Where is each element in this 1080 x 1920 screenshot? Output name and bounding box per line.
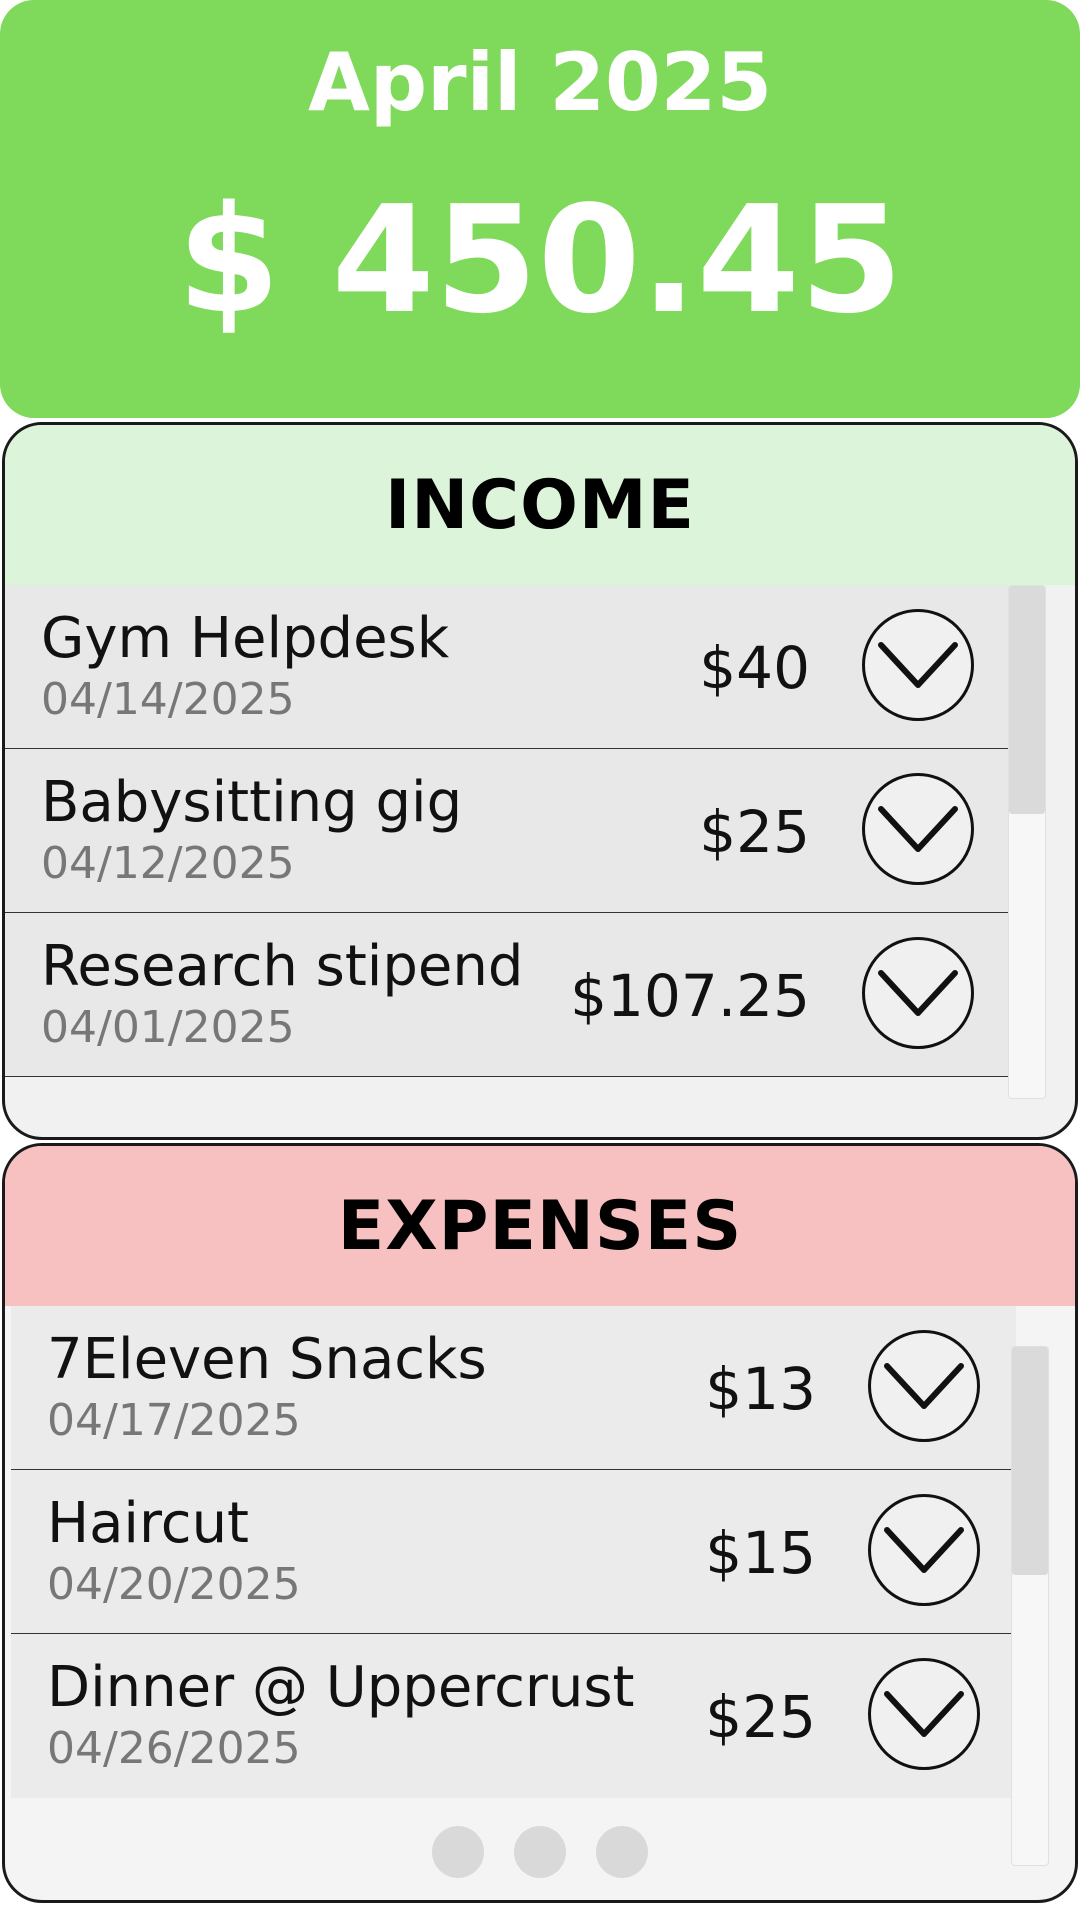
expense-date: 04/26/2025 [47, 1723, 301, 1774]
more-indicator [5, 1826, 1075, 1880]
month-total: $ 450.45 [177, 174, 903, 346]
expand-toggle-button[interactable] [868, 1330, 980, 1442]
income-date: 04/14/2025 [41, 674, 295, 725]
more-dot [514, 1826, 566, 1878]
income-name: Babysitting gig [41, 770, 463, 835]
expense-row[interactable]: Haircut 04/20/2025 $15 [11, 1470, 1016, 1634]
chevron-down-icon [878, 642, 958, 688]
income-scrollbar-thumb[interactable] [1009, 586, 1045, 814]
expand-toggle-button[interactable] [868, 1494, 980, 1606]
expand-toggle-button[interactable] [868, 1658, 980, 1770]
income-scrollbar[interactable] [1008, 585, 1046, 1099]
expense-row[interactable]: 7Eleven Snacks 04/17/2025 $13 [11, 1306, 1016, 1470]
expenses-heading: EXPENSES [5, 1146, 1075, 1306]
income-list: Gym Helpdesk 04/14/2025 $40 Babysitting … [5, 585, 1010, 1077]
expenses-scrollbar-thumb[interactable] [1012, 1347, 1048, 1575]
expenses-scrollbar[interactable] [1011, 1346, 1049, 1866]
income-amount: $25 [699, 798, 810, 866]
expense-amount: $25 [705, 1683, 816, 1751]
expense-row[interactable]: Dinner @ Uppercrust 04/26/2025 $25 [11, 1634, 1016, 1798]
chevron-down-icon [884, 1527, 964, 1573]
expand-toggle-button[interactable] [862, 937, 974, 1049]
income-row[interactable]: Research stipend 04/01/2025 $107.25 [5, 913, 1010, 1077]
income-row[interactable]: Gym Helpdesk 04/14/2025 $40 [5, 585, 1010, 749]
expense-amount: $15 [705, 1519, 816, 1587]
month-title: April 2025 [308, 36, 772, 129]
month-summary-header: April 2025 $ 450.45 [0, 0, 1080, 418]
expand-toggle-button[interactable] [862, 773, 974, 885]
expense-name: Haircut [47, 1491, 250, 1556]
expense-date: 04/17/2025 [47, 1395, 301, 1446]
chevron-down-icon [884, 1363, 964, 1409]
income-amount: $40 [699, 634, 810, 702]
chevron-down-icon [878, 970, 958, 1016]
income-name: Research stipend [41, 934, 524, 999]
expense-amount: $13 [705, 1355, 816, 1423]
expense-name: Dinner @ Uppercrust [47, 1655, 635, 1720]
income-amount: $107.25 [570, 962, 810, 1030]
expense-date: 04/20/2025 [47, 1559, 301, 1610]
income-name: Gym Helpdesk [41, 606, 450, 671]
expense-name: 7Eleven Snacks [47, 1327, 487, 1392]
more-dot [596, 1826, 648, 1878]
income-heading: INCOME [5, 425, 1075, 585]
expenses-list: 7Eleven Snacks 04/17/2025 $13 Haircut 04… [11, 1306, 1016, 1798]
chevron-down-icon [878, 806, 958, 852]
income-row[interactable]: Babysitting gig 04/12/2025 $25 [5, 749, 1010, 913]
income-panel: INCOME Gym Helpdesk 04/14/2025 $40 Babys… [2, 422, 1078, 1140]
more-dot [432, 1826, 484, 1878]
expenses-panel: EXPENSES 7Eleven Snacks 04/17/2025 $13 H… [2, 1143, 1078, 1903]
income-date: 04/01/2025 [41, 1002, 295, 1053]
income-date: 04/12/2025 [41, 838, 295, 889]
chevron-down-icon [884, 1691, 964, 1737]
expand-toggle-button[interactable] [862, 609, 974, 721]
